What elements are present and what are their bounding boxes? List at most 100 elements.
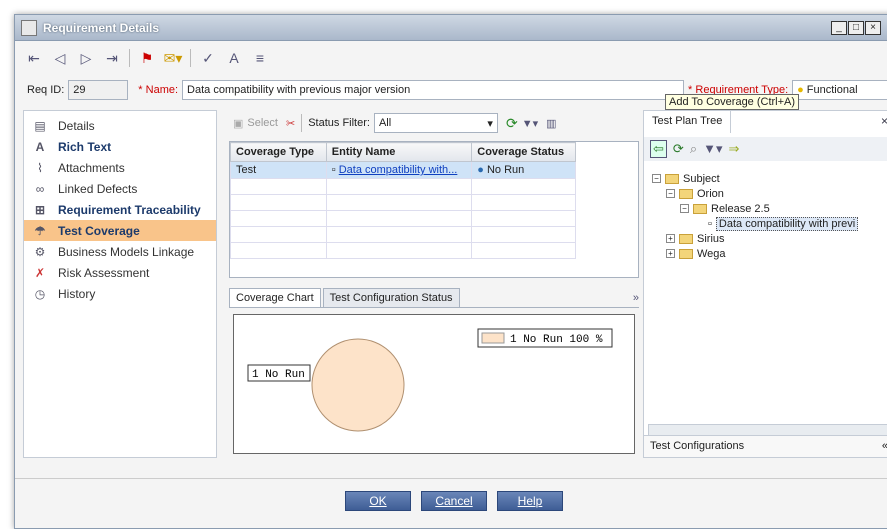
thesaurus-icon[interactable]: A	[223, 47, 245, 69]
test-icon: ▫	[331, 164, 339, 176]
pie-slice	[311, 338, 405, 432]
sidebar: ▤ Details A Rich Text ⌇ Attachments ∞ Linked…	[23, 110, 217, 458]
test-configurations-header[interactable]: Test Configurations «	[644, 435, 887, 457]
help-button[interactable]: Help	[497, 490, 563, 511]
coverage-pane: ▣ Select ✂ Status Filter: All ▾ ⟳ ▼▾ ▥ Co…	[229, 110, 639, 458]
nav-requirement-traceability[interactable]: ⊞ Requirement Traceability	[24, 199, 216, 220]
chevron-down-icon: ▾	[487, 118, 493, 130]
req-id-field: 29	[68, 80, 129, 100]
window-title: Requirement Details	[43, 20, 160, 35]
requirement-type-select[interactable]: ● Functional	[792, 80, 887, 100]
expand-up-icon[interactable]: «	[882, 440, 887, 452]
main-toolbar: ⇤ ◁ ▷ ⇥ ⚑ ✉▾ ✓ A ≡	[23, 45, 271, 71]
coverage-toolbar: ▣ Select ✂ Status Filter: All ▾ ⟳ ▼▾ ▥	[229, 110, 639, 136]
nav-details[interactable]: ▤ Details	[24, 115, 216, 136]
legend-swatch	[481, 332, 505, 344]
tree-node-release[interactable]: − Release 2.5	[652, 201, 858, 216]
ok-button[interactable]: OK	[345, 490, 411, 511]
filter-icon[interactable]: ▼▾	[703, 141, 722, 157]
coverage-grid: Coverage Type Entity Name Coverage Statu…	[229, 141, 639, 278]
nav-history[interactable]: ◷ History	[24, 283, 216, 304]
column-header[interactable]: Coverage Type	[230, 142, 327, 162]
slice-label: 1 No Run	[252, 369, 305, 381]
test-plan-toolbar: ⇦ ⟳ ⌕ ▼▾ ⇒	[644, 137, 887, 161]
previous-record-icon[interactable]: ◁	[49, 47, 71, 69]
legend-label: 1 No Run 100 %	[510, 334, 603, 346]
nav-risk-assessment[interactable]: ✗ Risk Assessment	[24, 262, 216, 283]
select-icon: ▣	[233, 117, 244, 130]
chart-tabs: Coverage Chart Test Configuration Status…	[229, 288, 639, 308]
tab-test-plan-tree[interactable]: Test Plan Tree	[644, 111, 732, 133]
refresh-icon[interactable]: ⟳	[506, 115, 518, 132]
spell-check-icon[interactable]: ✓	[197, 47, 219, 69]
column-header[interactable]: Coverage Status	[471, 142, 576, 162]
no-run-icon: ●	[477, 164, 484, 176]
columns-icon[interactable]: ▥	[546, 117, 556, 130]
test-icon: ▫	[708, 217, 712, 230]
nav-attachments[interactable]: ⌇ Attachments	[24, 157, 216, 178]
delete-coverage-icon[interactable]: ✂	[286, 117, 295, 130]
name-label: * Name:	[138, 84, 179, 96]
requirement-type-value: Functional	[806, 84, 858, 96]
entity-link[interactable]: Data compatibility with...	[339, 164, 458, 176]
traceability-icon: ⊞	[34, 202, 46, 217]
folder-icon	[693, 203, 707, 214]
expand-chevron-icon[interactable]: »	[633, 292, 639, 304]
req-id-label: Req ID:	[27, 84, 65, 96]
umbrella-icon: ☂	[34, 223, 46, 238]
nav-linked-defects[interactable]: ∞ Linked Defects	[24, 178, 216, 199]
table-row[interactable]: Test ▫ Data compatibility with... ● No R…	[230, 161, 576, 179]
folder-icon	[679, 248, 693, 259]
column-header[interactable]: Entity Name	[325, 142, 473, 162]
window-icon	[21, 19, 37, 36]
close-window-button[interactable]: ×	[865, 21, 881, 35]
details-icon: ▤	[34, 118, 46, 133]
status-filter-label: Status Filter:	[308, 117, 370, 129]
test-plan-tree: − Subject − Orion − Release 2.5 ▫ Data compa…	[652, 171, 859, 261]
risk-icon: ✗	[34, 265, 46, 280]
tree-node-sirius[interactable]: + Sirius	[652, 231, 858, 246]
filter-icon[interactable]: ▼▾	[522, 117, 538, 130]
rich-text-icon: A	[35, 139, 45, 154]
spelling-options-icon[interactable]: ≡	[249, 47, 271, 69]
tree-node-wega[interactable]: + Wega	[652, 246, 858, 261]
name-field[interactable]: Data compatibility with previous major v…	[182, 80, 685, 100]
nav-rich-text[interactable]: A Rich Text	[24, 136, 216, 157]
status-filter-select[interactable]: All ▾	[373, 113, 498, 133]
next-record-icon[interactable]: ▷	[75, 47, 97, 69]
flag-icon[interactable]: ⚑	[136, 47, 158, 69]
cancel-button[interactable]: Cancel	[421, 490, 487, 511]
add-to-coverage-tooltip: Add To Coverage (Ctrl+A)	[665, 94, 800, 110]
last-record-icon[interactable]: ⇥	[101, 47, 123, 69]
folder-icon	[665, 173, 679, 184]
paperclip-icon: ⌇	[37, 160, 43, 175]
select-button[interactable]: Select	[247, 117, 278, 129]
tab-coverage-chart[interactable]: Coverage Chart	[229, 288, 321, 307]
mail-icon[interactable]: ✉▾	[162, 47, 184, 69]
entity-name-cell[interactable]: ▫ Data compatibility with...	[325, 161, 473, 179]
coverage-status-cell: ● No Run	[471, 161, 576, 179]
add-to-coverage-icon[interactable]: ⇦	[650, 140, 667, 158]
tree-node-subject[interactable]: − Subject	[652, 171, 858, 186]
coverage-chart-svg: 1 No Run 100 % 1 No Run	[247, 328, 613, 432]
nav-business-models-linkage[interactable]: ⚙ Business Models Linkage	[24, 241, 216, 262]
search-icon[interactable]: ⌕	[690, 141, 697, 157]
first-record-icon[interactable]: ⇤	[23, 47, 45, 69]
history-icon: ◷	[34, 286, 46, 301]
maximize-button[interactable]: □	[848, 21, 864, 35]
nav-test-coverage[interactable]: ☂ Test Coverage	[24, 220, 216, 241]
tree-node-test[interactable]: ▫ Data compatibility with previ	[652, 216, 859, 231]
dialog-buttons: OK Cancel Help	[15, 478, 887, 522]
title-bar: Requirement Details _ □ ×	[15, 15, 887, 41]
coverage-chart: 1 No Run 100 % 1 No Run	[233, 314, 635, 454]
goto-icon[interactable]: ⇒	[729, 141, 740, 157]
link-icon: ∞	[35, 181, 45, 196]
coverage-type-cell: Test	[230, 161, 327, 179]
test-plan-pane: Test Plan Tree × ⇦ ⟳ ⌕ ▼▾ ⇒ − Subject − Or…	[643, 110, 887, 458]
tab-test-configuration-status[interactable]: Test Configuration Status	[322, 288, 460, 307]
refresh-icon[interactable]: ⟳	[673, 141, 684, 157]
minimize-button[interactable]: _	[831, 21, 847, 35]
close-pane-icon[interactable]: ×	[881, 114, 887, 128]
tree-node-orion[interactable]: − Orion	[652, 186, 858, 201]
folder-icon	[679, 188, 693, 199]
